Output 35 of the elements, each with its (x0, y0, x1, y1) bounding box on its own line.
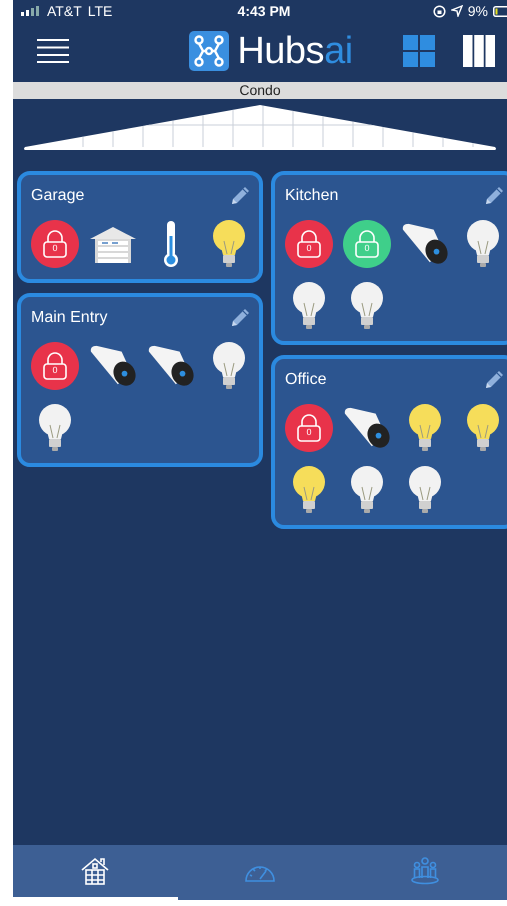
pencil-edit-icon[interactable] (483, 369, 505, 391)
logo-icon (189, 31, 230, 71)
location-arrow-icon (450, 5, 463, 17)
pencil-edit-icon[interactable] (483, 185, 505, 207)
battery-percent-text: 9% (468, 3, 488, 19)
padlock-icon (296, 230, 322, 258)
carrier-text: AT&T (47, 3, 82, 19)
pencil-edit-icon[interactable] (229, 185, 251, 207)
logo-wordmark: Hubsai (237, 30, 353, 72)
room-title: Office (285, 371, 326, 389)
people-group-icon (410, 856, 440, 886)
network-text: LTE (88, 3, 112, 19)
house-icon (80, 856, 110, 886)
home-name-bar: Condo (13, 82, 507, 99)
thermometer-icon[interactable] (163, 220, 179, 268)
garage-icon[interactable] (90, 225, 136, 263)
lock-button[interactable]: 0 (31, 342, 79, 390)
padlock-icon (354, 230, 380, 258)
rotation-lock-icon (432, 4, 446, 18)
signal-icon (21, 6, 41, 16)
padlock-icon (296, 414, 322, 442)
room-title: Main Entry (31, 309, 108, 327)
lock-button[interactable]: 0 (31, 220, 79, 268)
grid-layout-icon[interactable] (403, 35, 435, 67)
columns-layout-icon[interactable] (463, 35, 495, 67)
pencil-edit-icon[interactable] (229, 307, 251, 329)
padlock-icon (42, 352, 68, 380)
padlock-icon (42, 230, 68, 258)
lock-button[interactable]: 0 (285, 404, 333, 452)
menu-icon[interactable] (37, 38, 69, 64)
clock-text: 4:43 PM (236, 3, 292, 19)
room-title: Garage (31, 187, 84, 205)
battery-icon (493, 6, 507, 16)
room-title: Kitchen (285, 187, 338, 205)
lock-button[interactable]: 0 (285, 220, 333, 268)
